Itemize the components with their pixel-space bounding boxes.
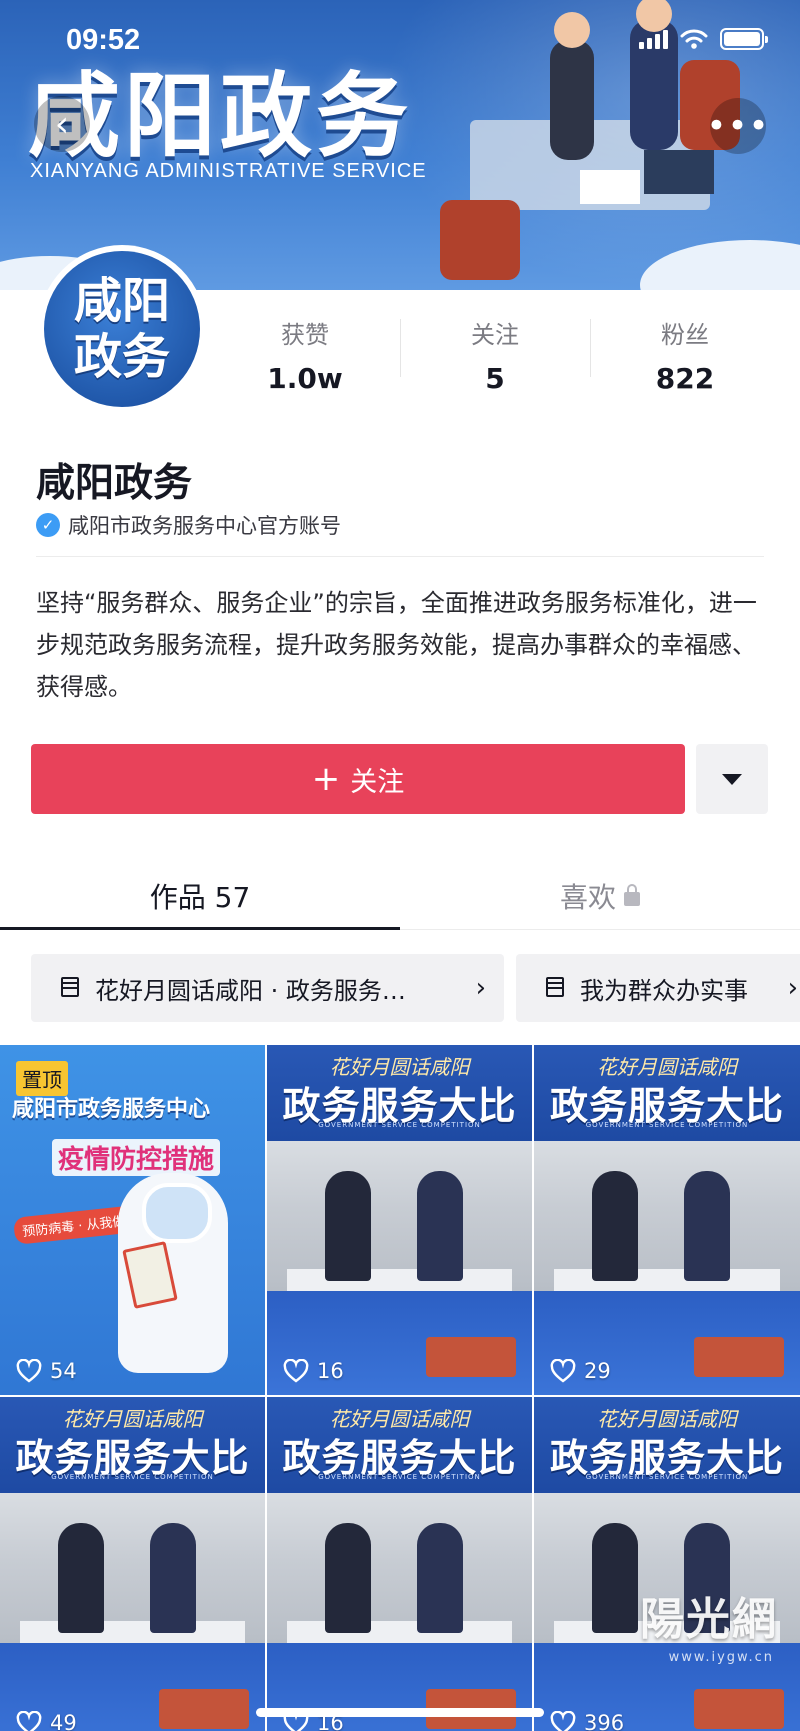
stat-label: 粉丝	[661, 321, 709, 349]
video-tile[interactable]: 花好月圆话咸阳 政务服务大比武 GOVERNMENT SERVICE COMPE…	[267, 1397, 532, 1731]
like-count: 49	[16, 1711, 77, 1731]
video-tile[interactable]: 花好月圆话咸阳 政务服务大比武 GOVERNMENT SERVICE COMPE…	[534, 1045, 800, 1395]
tab-likes[interactable]: 喜欢	[400, 862, 800, 929]
tab-works[interactable]: 作品 57	[0, 862, 400, 930]
lock-icon	[624, 883, 640, 906]
heart-icon	[283, 1359, 309, 1383]
stat-label: 关注	[471, 321, 519, 349]
heart-icon	[550, 1359, 576, 1383]
wifi-icon	[680, 29, 708, 49]
verified-check-icon: ✓	[36, 513, 60, 537]
watermark-logo: 陽光網	[640, 1594, 778, 1645]
video-thumbnail	[267, 1493, 532, 1643]
stat-likes[interactable]: 获赞 1.0w	[210, 315, 400, 395]
follow-button[interactable]: + 关注	[31, 744, 685, 814]
video-thumbnail	[267, 1141, 532, 1291]
like-count-value: 16	[317, 1359, 344, 1383]
heart-icon	[16, 1359, 42, 1383]
heart-icon	[550, 1711, 576, 1731]
video-subtitle: GOVERNMENT SERVICE COMPETITION	[318, 1121, 481, 1129]
verification-row: ✓ 咸阳市政务服务中心官方账号	[36, 510, 341, 540]
video-subtitle: GOVERNMENT SERVICE COMPETITION	[585, 1473, 749, 1481]
follow-label: 关注	[350, 766, 405, 798]
layers-icon	[544, 977, 568, 999]
collections-row: 花好月圆话咸阳 · 政务服务… › 我为群众办实事 ›	[31, 954, 800, 1022]
avatar[interactable]: 咸阳 政务	[38, 245, 206, 413]
status-icons	[639, 28, 768, 50]
video-thumbnail	[534, 1141, 800, 1291]
video-highlight: 疫情防控措施	[52, 1139, 221, 1176]
plus-icon: +	[311, 759, 341, 799]
heart-icon	[16, 1711, 42, 1731]
profile-bio: 坚持“服务群众、服务企业”的宗旨，全面推进政务服务标准化，进一步规范政务服务流程…	[36, 589, 757, 701]
stat-followers[interactable]: 粉丝 822	[590, 315, 780, 395]
chevron-right-icon: ›	[475, 973, 486, 1003]
layers-icon	[59, 977, 83, 999]
avatar-image: 咸阳 政务	[44, 251, 200, 407]
banner-subtitle: XIANYANG ADMINISTRATIVE SERVICE	[30, 160, 427, 182]
like-count-value: 29	[584, 1359, 611, 1383]
video-tile[interactable]: 置顶 咸阳市政务服务中心 疫情防控措施 预防病毒 · 从我做起 54	[0, 1045, 265, 1395]
video-headline: 咸阳市政务服务中心	[12, 1097, 211, 1122]
stat-value: 822	[655, 362, 715, 395]
like-count: 29	[550, 1359, 611, 1383]
profile-stats: 获赞 1.0w 关注 5 粉丝 822	[210, 315, 780, 395]
avatar-line1: 咸阳	[73, 273, 170, 329]
tab-label: 喜欢	[559, 880, 616, 914]
collection-label: 花好月圆话咸阳 · 政务服务…	[95, 976, 406, 1005]
back-button[interactable]: ‹	[34, 96, 90, 152]
stat-label: 获赞	[281, 321, 329, 349]
stat-value: 1.0w	[267, 362, 343, 395]
like-count-value: 49	[50, 1711, 77, 1731]
video-subtitle: GOVERNMENT SERVICE COMPETITION	[318, 1473, 481, 1481]
divider	[36, 556, 764, 557]
video-subtitle: GOVERNMENT SERVICE COMPETITION	[51, 1473, 214, 1481]
collection-chip[interactable]: 我为群众办实事 ›	[516, 954, 800, 1022]
like-count-value: 396	[584, 1711, 625, 1731]
content-tabs: 作品 57 喜欢	[0, 862, 800, 930]
collection-label: 我为群众办实事	[580, 976, 748, 1005]
chevron-right-icon: ›	[787, 973, 798, 1003]
home-indicator[interactable]	[256, 1708, 544, 1717]
recommend-dropdown-button[interactable]	[696, 744, 768, 814]
video-tile[interactable]: 花好月圆话咸阳 政务服务大比武 GOVERNMENT SERVICE COMPE…	[267, 1045, 532, 1395]
profile-page: 咸阳政务 XIANYANG ADMINISTRATIVE SERVICE 09:…	[0, 0, 800, 1731]
video-thumbnail	[0, 1493, 265, 1643]
stat-value: 5	[485, 362, 505, 395]
more-dots-icon: •••	[706, 106, 770, 146]
video-subtitle: GOVERNMENT SERVICE COMPETITION	[585, 1121, 749, 1129]
collection-chip[interactable]: 花好月圆话咸阳 · 政务服务… ›	[31, 954, 504, 1022]
chevron-left-icon: ‹	[54, 103, 70, 145]
profile-name: 咸阳政务	[36, 461, 193, 506]
like-count: 396	[550, 1711, 624, 1731]
video-tile[interactable]: 花好月圆话咸阳 政务服务大比武 GOVERNMENT SERVICE COMPE…	[534, 1397, 800, 1731]
triangle-down-icon	[722, 773, 742, 785]
like-count: 54	[16, 1359, 77, 1383]
video-tile[interactable]: 花好月圆话咸阳 政务服务大比武 GOVERNMENT SERVICE COMPE…	[0, 1397, 265, 1731]
status-time: 09:52	[66, 24, 141, 56]
stat-following[interactable]: 关注 5	[400, 315, 590, 395]
signal-icon	[639, 29, 668, 49]
avatar-line2: 政务	[73, 329, 170, 385]
battery-icon	[720, 28, 768, 50]
like-count: 16	[283, 1359, 344, 1383]
like-count-value: 54	[50, 1359, 77, 1383]
tab-label: 作品 57	[149, 880, 251, 914]
more-button[interactable]: •••	[706, 98, 769, 154]
verification-text: 咸阳市政务服务中心官方账号	[68, 514, 341, 538]
watermark-url: www.iygw.cn	[668, 1650, 774, 1665]
